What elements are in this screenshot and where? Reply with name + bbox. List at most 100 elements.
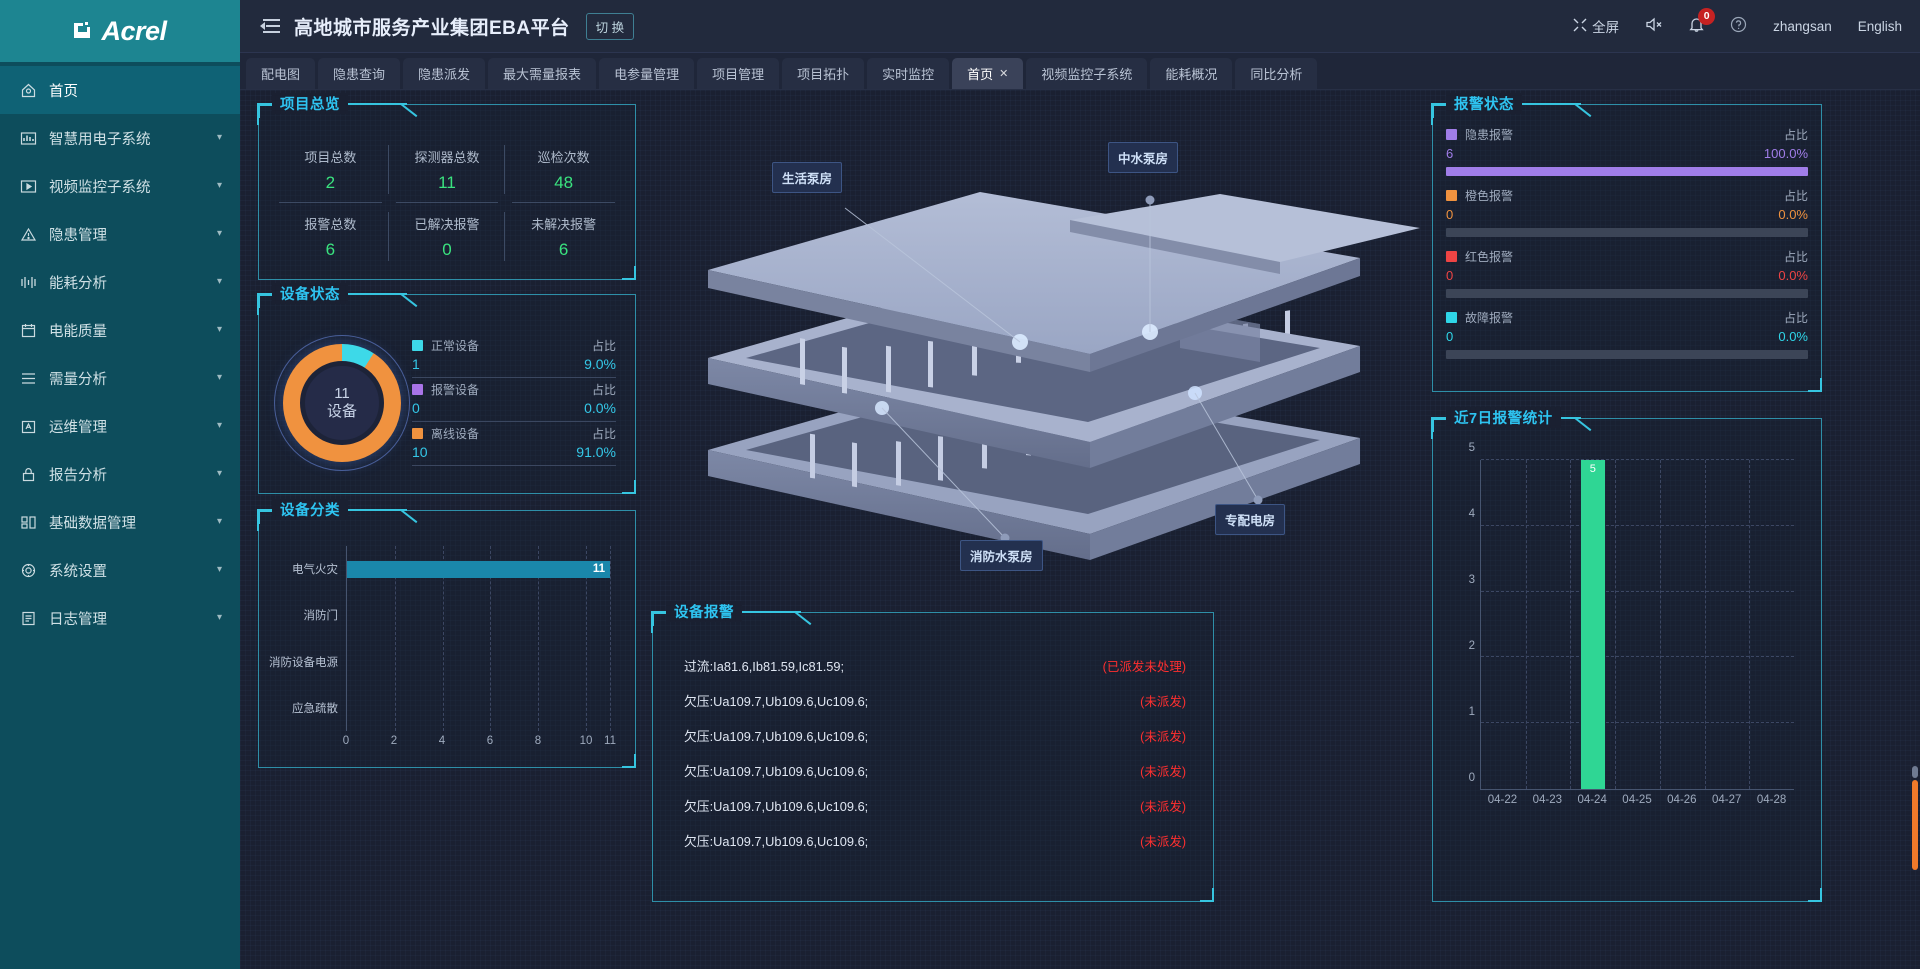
alarm-status-bar (1446, 167, 1808, 176)
device-classification-panel: 设备分类 电气火灾消防门消防设备电源应急疏散 11 024681011 (258, 510, 636, 768)
sidebar-item-8[interactable]: 报告分析▾ (0, 450, 240, 498)
user-name[interactable]: zhangsan (1773, 19, 1832, 34)
bar-row-2[interactable] (347, 639, 610, 685)
sidebar-item-4[interactable]: 能耗分析▾ (0, 258, 240, 306)
tab-1[interactable]: 隐患查询 (318, 58, 400, 89)
tab-0[interactable]: 配电图 (246, 58, 315, 89)
legend-swatch-icon (412, 428, 423, 439)
sidebar-item-2[interactable]: 视频监控子系统▾ (0, 162, 240, 210)
alarm-status-title: 报警状态 (1446, 93, 1522, 114)
device-status-pct: 91.0% (576, 444, 616, 460)
y-tick-0: 0 (1469, 772, 1475, 784)
overview-cell-label: 探测器总数 (414, 147, 479, 166)
alarm-status-badge: (未派发) (1140, 691, 1186, 710)
alarm-text: 欠压:Ua109.7,Ub109.6,Uc109.6; (684, 831, 868, 850)
alarm-row-0[interactable]: 过流:Ia81.6,Ib81.59,Ic81.59;(已派发未处理) (684, 648, 1186, 683)
sidebar-item-9[interactable]: 基础数据管理▾ (0, 498, 240, 546)
bar-column-1[interactable] (1526, 460, 1571, 789)
energy-icon (20, 274, 37, 291)
tab-5[interactable]: 项目管理 (697, 58, 779, 89)
app-title: 高地城市服务产业集团EBA平台 (294, 13, 570, 40)
tab-7[interactable]: 实时监控 (867, 58, 949, 89)
menu-collapse-icon[interactable] (260, 18, 280, 34)
close-icon[interactable]: ✕ (999, 67, 1008, 80)
tab-3[interactable]: 最大需量报表 (488, 58, 596, 89)
bar-column-3[interactable] (1615, 460, 1660, 789)
category-label-1: 消防门 (272, 592, 346, 638)
category-label-2: 消防设备电源 (272, 639, 346, 685)
sidebar-item-5[interactable]: 电能质量▾ (0, 306, 240, 354)
building-3d-scene[interactable]: 生活泵房 中水泵房 消防水泵房 专配电房 (660, 110, 1420, 610)
alarm-row-3[interactable]: 欠压:Ua109.7,Ub109.6,Uc109.6;(未派发) (684, 753, 1186, 788)
help-button[interactable] (1730, 16, 1747, 36)
bars: 5 (1481, 460, 1794, 789)
x-tick-6: 04-28 (1749, 794, 1794, 806)
tab-6[interactable]: 项目拓扑 (782, 58, 864, 89)
language-switch[interactable]: English (1858, 19, 1902, 34)
tab-4[interactable]: 电参量管理 (599, 58, 694, 89)
help-circle-icon (1730, 16, 1747, 36)
switch-button[interactable]: 切 换 (586, 13, 634, 40)
sidebar-item-0[interactable]: 首页 (0, 66, 240, 114)
bar-row-1[interactable] (347, 592, 610, 638)
alarm-row-2[interactable]: 欠压:Ua109.7,Ub109.6,Uc109.6;(未派发) (684, 718, 1186, 753)
seven-day-chart[interactable]: 012345 5 04-2204-2304-2404-2504-2604-270… (1446, 440, 1808, 892)
mute-button[interactable] (1645, 17, 1663, 35)
alarm-status-label: 红色报警 (1465, 248, 1513, 265)
dashboard-app: Acrel 首页智慧用电子系统▾视频监控子系统▾隐患管理▾能耗分析▾电能质量▾需… (0, 0, 1920, 969)
warning-triangle-icon (20, 226, 37, 243)
scene-tag-zhongshui-pump[interactable]: 中水泵房 (1108, 142, 1178, 173)
home-icon (20, 82, 37, 99)
scene-tag-power-room[interactable]: 专配电房 (1215, 504, 1285, 535)
alarm-row-1[interactable]: 欠压:Ua109.7,Ub109.6,Uc109.6;(未派发) (684, 683, 1186, 718)
sidebar-item-label: 电能质量 (49, 320, 205, 341)
device-status-donut[interactable]: 11 设备 (272, 344, 412, 462)
device-status-title: 设备状态 (272, 283, 348, 304)
alarm-status-badge: (已派发未处理) (1103, 656, 1186, 675)
panel-body: 项目总数2探测器总数11巡检次数48报警总数6已解决报警0未解决报警6 (258, 104, 636, 280)
calendar-icon (20, 322, 37, 339)
bar-column-0[interactable] (1481, 460, 1526, 789)
tab-8[interactable]: 首页✕ (952, 58, 1023, 89)
alarm-row-5[interactable]: 欠压:Ua109.7,Ub109.6,Uc109.6;(未派发) (684, 823, 1186, 858)
bar-row-3[interactable] (347, 685, 610, 731)
bar-column-4[interactable] (1660, 460, 1705, 789)
notifications-button[interactable]: 0 (1689, 17, 1704, 36)
maintenance-icon (20, 418, 37, 435)
alarm-status-count: 0 (1446, 329, 1453, 344)
scene-tag-shenghuo-pump[interactable]: 生活泵房 (772, 162, 842, 193)
log-icon (20, 610, 37, 627)
device-classification-chart[interactable]: 电气火灾消防门消防设备电源应急疏散 11 024681011 (272, 532, 622, 758)
alarm-row-4[interactable]: 欠压:Ua109.7,Ub109.6,Uc109.6;(未派发) (684, 788, 1186, 823)
alarm-status-count: 0 (1446, 207, 1453, 222)
tab-11[interactable]: 同比分析 (1235, 58, 1317, 89)
page-scrollbar[interactable] (1912, 780, 1918, 870)
lock-icon (20, 466, 37, 483)
y-tick-3: 3 (1469, 574, 1475, 586)
sidebar-item-6[interactable]: 需量分析▾ (0, 354, 240, 402)
tab-9[interactable]: 视频监控子系统 (1026, 58, 1147, 89)
tab-10[interactable]: 能耗概况 (1150, 58, 1232, 89)
bar-column-2[interactable]: 5 (1570, 460, 1615, 789)
bar-column-5[interactable] (1705, 460, 1750, 789)
tab-2[interactable]: 隐患派发 (403, 58, 485, 89)
tab-label: 配电图 (261, 64, 300, 83)
sidebar-item-1[interactable]: 智慧用电子系统▾ (0, 114, 240, 162)
panel-body: 隐患报警占比6100.0%橙色报警占比00.0%红色报警占比00.0%故障报警占… (1432, 104, 1822, 392)
overview-cell-value: 0 (442, 240, 451, 260)
bar-column-6[interactable] (1749, 460, 1794, 789)
sidebar-item-7[interactable]: 运维管理▾ (0, 402, 240, 450)
alarm-status-label: 隐患报警 (1465, 126, 1513, 143)
tab-label: 隐患查询 (333, 64, 385, 83)
dashboard-content: 生活泵房 中水泵房 消防水泵房 专配电房 项目总览 项目总数2探测器总数11巡检… (240, 90, 1920, 969)
bar-row-0[interactable]: 11 (347, 546, 610, 592)
tab-label: 视频监控子系统 (1041, 64, 1132, 83)
scene-tag-fire-pump[interactable]: 消防水泵房 (960, 540, 1043, 571)
sidebar-item-10[interactable]: 系统设置▾ (0, 546, 240, 594)
tab-label: 项目拓扑 (797, 64, 849, 83)
fullscreen-button[interactable]: 全屏 (1573, 16, 1619, 36)
sidebar-item-11[interactable]: 日志管理▾ (0, 594, 240, 642)
overview-cell-2: 巡检次数48 (505, 136, 622, 203)
sidebar-item-3[interactable]: 隐患管理▾ (0, 210, 240, 258)
sidebar-item-label: 基础数据管理 (49, 512, 205, 533)
